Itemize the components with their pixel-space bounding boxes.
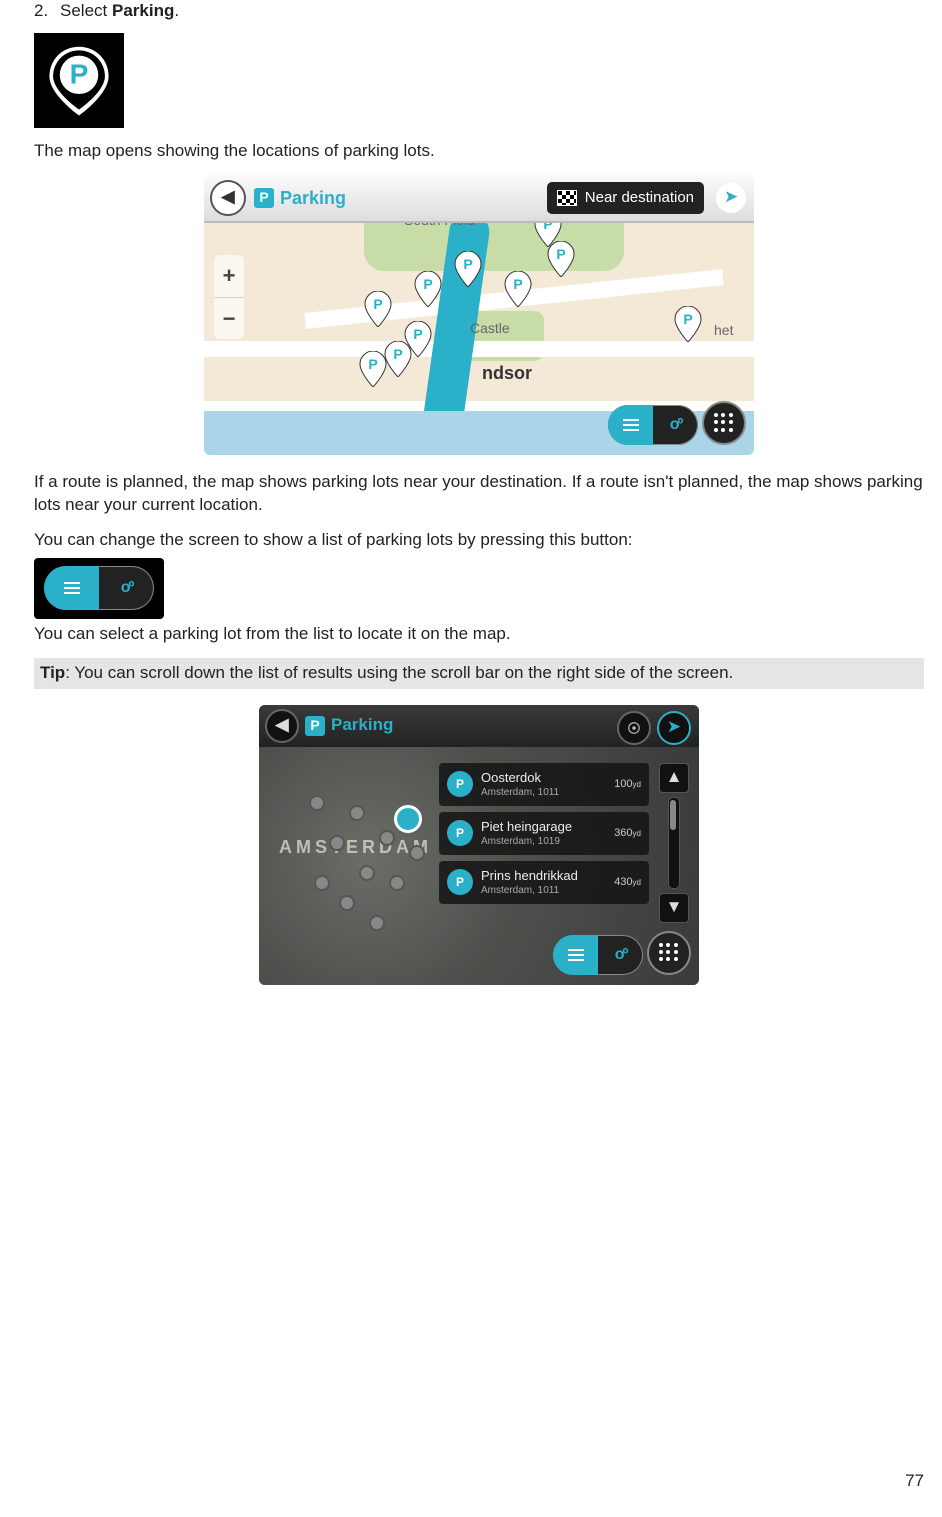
menu-button[interactable] [702,401,746,445]
result-title: Oosterdok [481,769,606,787]
step-bold: Parking [112,1,174,20]
parking-pin-icon: P [447,820,473,846]
tip-box: Tip: You can scroll down the list of res… [34,658,924,689]
parking-pin: P [547,241,575,277]
svg-text:P: P [513,276,522,292]
parking-pin-icon: P [447,869,473,895]
back-button[interactable]: ◀ [210,180,246,216]
location-arrow-button[interactable]: ➤ [657,711,691,745]
map2-topbar: ◀ P Parking ➤ [259,705,699,747]
result-item[interactable]: P Piet heingarage Amsterdam, 1019 360yd [439,812,649,855]
parking-pin: P [504,271,532,307]
step-suffix: . [174,1,179,20]
near-destination-text: Near destination [585,188,694,208]
scrollbar[interactable]: ▲ ▼ [657,763,691,923]
result-distance: 360 [614,827,632,839]
result-title: Prins hendrikkad [481,867,606,885]
parking-mode-label: P Parking [305,714,393,737]
svg-text:P: P [373,296,382,312]
parking-mode-label: P Parking [254,186,346,210]
result-unit: yd [633,878,641,887]
parking-pin-icon: P [447,771,473,797]
step-line: 2. Select Parking. [34,0,924,23]
svg-text:P: P [556,246,565,262]
near-destination-button[interactable]: Near destination [547,182,704,214]
map-label-city: ndsor [482,361,532,385]
map-list-toggle[interactable]: oº [553,935,643,975]
parking-label-text: Parking [331,714,393,737]
mic-icon [627,721,641,735]
step-instruction: Select Parking. [60,0,924,23]
result-subtitle: Amsterdam, 1011 [481,786,606,800]
page-number: 77 [905,1470,924,1493]
result-item[interactable]: P Prins hendrikkad Amsterdam, 1011 430yd [439,861,649,904]
menu-button[interactable] [647,931,691,975]
scroll-thumb[interactable] [670,800,676,830]
parking-p-icon: P [254,188,274,208]
map-screenshot: South Field Castle het ndsor P P P P P P… [204,175,754,455]
parking-app-icon: P [34,33,124,128]
document-page: 2. Select Parking. P The map opens showi… [0,0,942,1517]
map-icon: oº [615,944,627,966]
zoom-in[interactable]: + [214,255,244,297]
step-number: 2. [34,0,60,23]
list-icon [64,582,80,594]
step-prefix: Select [60,1,112,20]
results-list: P Oosterdok Amsterdam, 1011 100yd P Piet… [439,763,649,910]
map-label-castle: Castle [470,319,510,338]
map-icon: oº [670,414,682,436]
list-icon [568,949,584,961]
map-label-het: het [714,321,733,340]
tip-text: : You can scroll down the list of result… [65,663,733,682]
svg-text:P: P [423,276,432,292]
result-title: Piet heingarage [481,818,606,836]
back-button[interactable]: ◀ [265,709,299,743]
result-unit: yd [633,829,641,838]
parking-pin: P [454,251,482,287]
result-distance: 430 [614,876,632,888]
parking-pin: P [414,271,442,307]
flag-icon [557,190,577,206]
svg-text:P: P [393,346,402,362]
parking-p-icon: P [305,716,325,736]
scroll-up-button[interactable]: ▲ [659,763,689,793]
paragraph-change-screen: You can change the screen to show a list… [34,529,924,552]
zoom-control[interactable]: + − [214,255,244,339]
parking-pin: P [364,291,392,327]
list-screenshot: AMSTERDAM ◀ P Parking [259,705,699,985]
paragraph-route-planned: If a route is planned, the map shows par… [34,471,924,517]
location-arrow-button[interactable]: ➤ [716,183,746,213]
parking-pin: P [384,341,412,377]
result-subtitle: Amsterdam, 1011 [481,884,606,898]
result-unit: yd [633,780,641,789]
svg-text:P: P [368,356,377,372]
parking-pin: P [359,351,387,387]
list-toggle-pill[interactable]: oº [44,566,154,610]
parking-label-text: Parking [280,186,346,210]
list-icon [623,419,639,431]
result-subtitle: Amsterdam, 1019 [481,835,606,849]
svg-text:P: P [683,311,692,327]
scroll-track[interactable] [668,797,680,889]
parking-pin: P [674,306,702,342]
svg-text:P: P [463,256,472,272]
scroll-down-button[interactable]: ▼ [659,893,689,923]
map-list-toggle[interactable]: oº [608,405,698,445]
grid-icon [659,943,679,963]
result-distance: 100 [614,778,632,790]
zoom-out[interactable]: − [214,297,244,340]
paragraph-map-opens: The map opens showing the locations of p… [34,140,924,163]
parking-pin-icon: P [42,42,116,118]
grid-icon [714,413,734,433]
paragraph-select-from-list: You can select a parking lot from the li… [34,623,924,646]
tip-label: Tip [40,663,65,682]
svg-text:P: P [413,326,422,342]
result-item[interactable]: P Oosterdok Amsterdam, 1011 100yd [439,763,649,806]
list-toggle-graphic: oº [34,558,164,619]
voice-button[interactable] [617,711,651,745]
map-icon: oº [121,577,133,599]
svg-text:P: P [70,59,89,90]
